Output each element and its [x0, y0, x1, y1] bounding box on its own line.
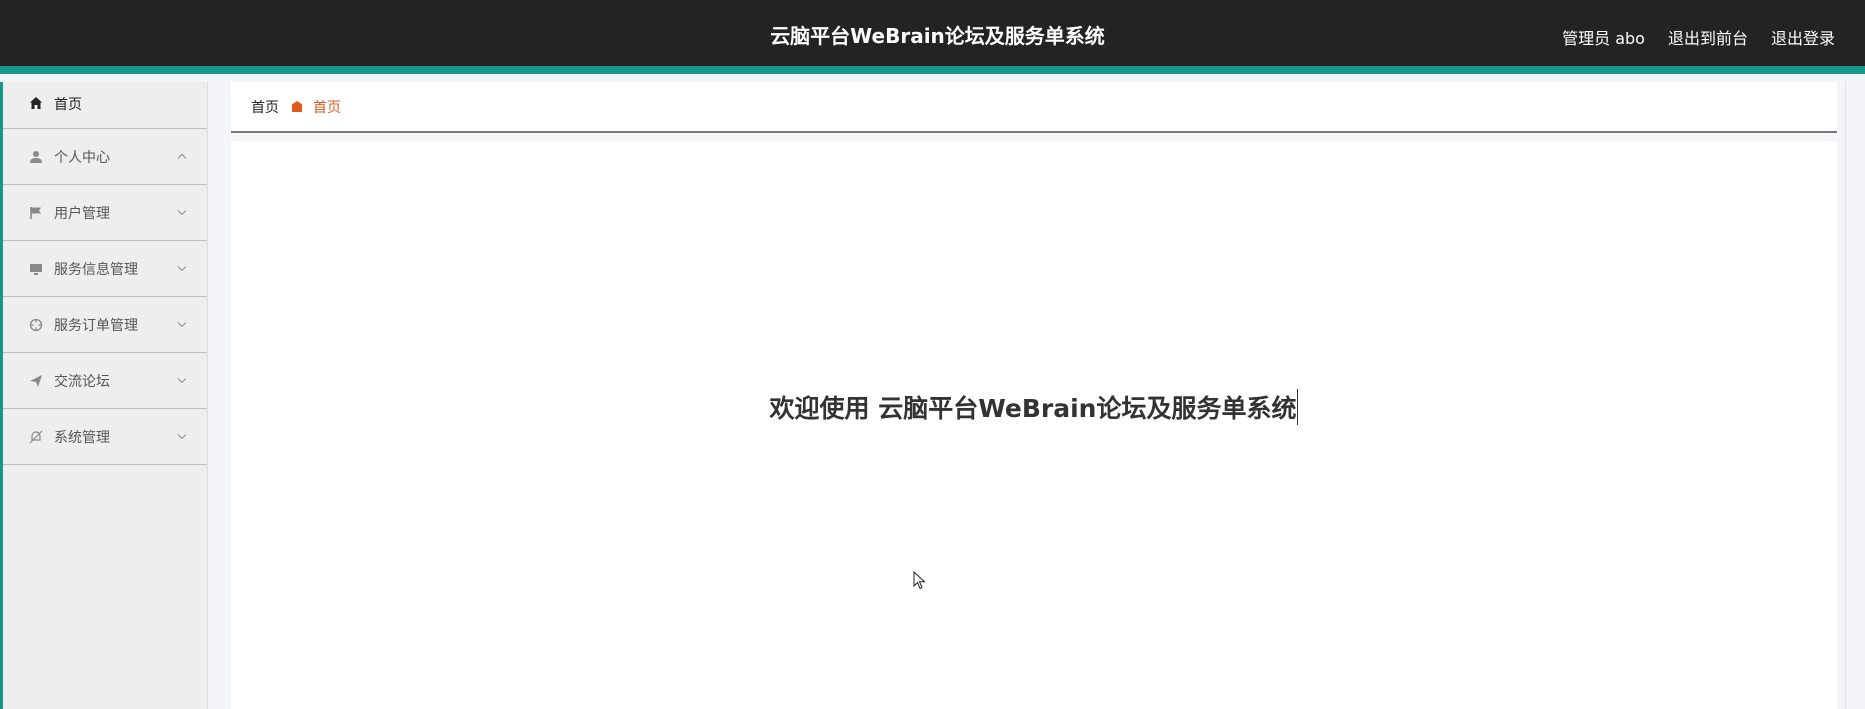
flag-icon: [27, 204, 45, 222]
breadcrumb: 首页 首页: [231, 82, 1837, 133]
home-icon: [27, 94, 45, 112]
sidebar-item-home[interactable]: 首页: [3, 82, 207, 129]
exit-to-frontend-link[interactable]: 退出到前台: [1668, 25, 1748, 49]
welcome-text: 欢迎使用 云脑平台WeBrain论坛及服务单系统: [770, 389, 1299, 425]
breadcrumb-current: 首页: [313, 99, 341, 116]
person-icon: [27, 148, 45, 166]
crosshair-icon: [27, 316, 45, 334]
top-header: 云脑平台WeBrain论坛及服务单系统 管理员 abo 退出到前台 退出登录: [0, 0, 1865, 74]
sidebar-item-label: 首页: [54, 97, 82, 113]
page-scrollbar[interactable]: [1845, 82, 1865, 709]
chevron-down-icon: [177, 371, 187, 387]
sidebar-item-personal-center[interactable]: 个人中心: [3, 129, 207, 185]
sidebar-item-service-orders[interactable]: 服务订单管理: [3, 297, 207, 353]
send-icon: [27, 372, 45, 390]
bell-off-icon: [27, 428, 45, 446]
chevron-down-icon: [177, 259, 187, 275]
logout-link[interactable]: 退出登录: [1771, 25, 1835, 49]
chevron-down-icon: [177, 203, 187, 219]
chevron-down-icon: [177, 427, 187, 443]
breadcrumb-home-icon: [291, 101, 303, 112]
sidebar-item-label: 个人中心: [54, 149, 110, 166]
sidebar-item-label: 交流论坛: [54, 373, 110, 390]
header-actions: 管理员 abo 退出到前台 退出登录: [1562, 25, 1835, 49]
sidebar-item-service-info[interactable]: 服务信息管理: [3, 241, 207, 297]
sidebar: 首页 个人中心 用户管理 服务信息管理 服务订单管理 交流论坛 系统管理: [0, 82, 208, 709]
monitor-icon: [27, 260, 45, 278]
welcome-heading: 欢迎使用 云脑平台WeBrain论坛及服务单系统: [231, 389, 1837, 425]
admin-user-label: 管理员 abo: [1562, 29, 1645, 48]
chevron-down-icon: [177, 315, 187, 331]
sidebar-item-label: 系统管理: [54, 429, 110, 446]
sidebar-item-forum[interactable]: 交流论坛: [3, 353, 207, 409]
sidebar-item-user-management[interactable]: 用户管理: [3, 185, 207, 241]
sidebar-item-label: 用户管理: [54, 205, 110, 222]
sidebar-item-system[interactable]: 系统管理: [3, 409, 207, 465]
chevron-up-icon: [177, 147, 187, 163]
sidebar-item-label: 服务信息管理: [54, 261, 138, 278]
mouse-pointer-icon: [913, 570, 926, 594]
sidebar-item-label: 服务订单管理: [54, 317, 138, 334]
main-content: 欢迎使用 云脑平台WeBrain论坛及服务单系统: [231, 141, 1837, 709]
breadcrumb-root[interactable]: 首页: [251, 97, 279, 117]
